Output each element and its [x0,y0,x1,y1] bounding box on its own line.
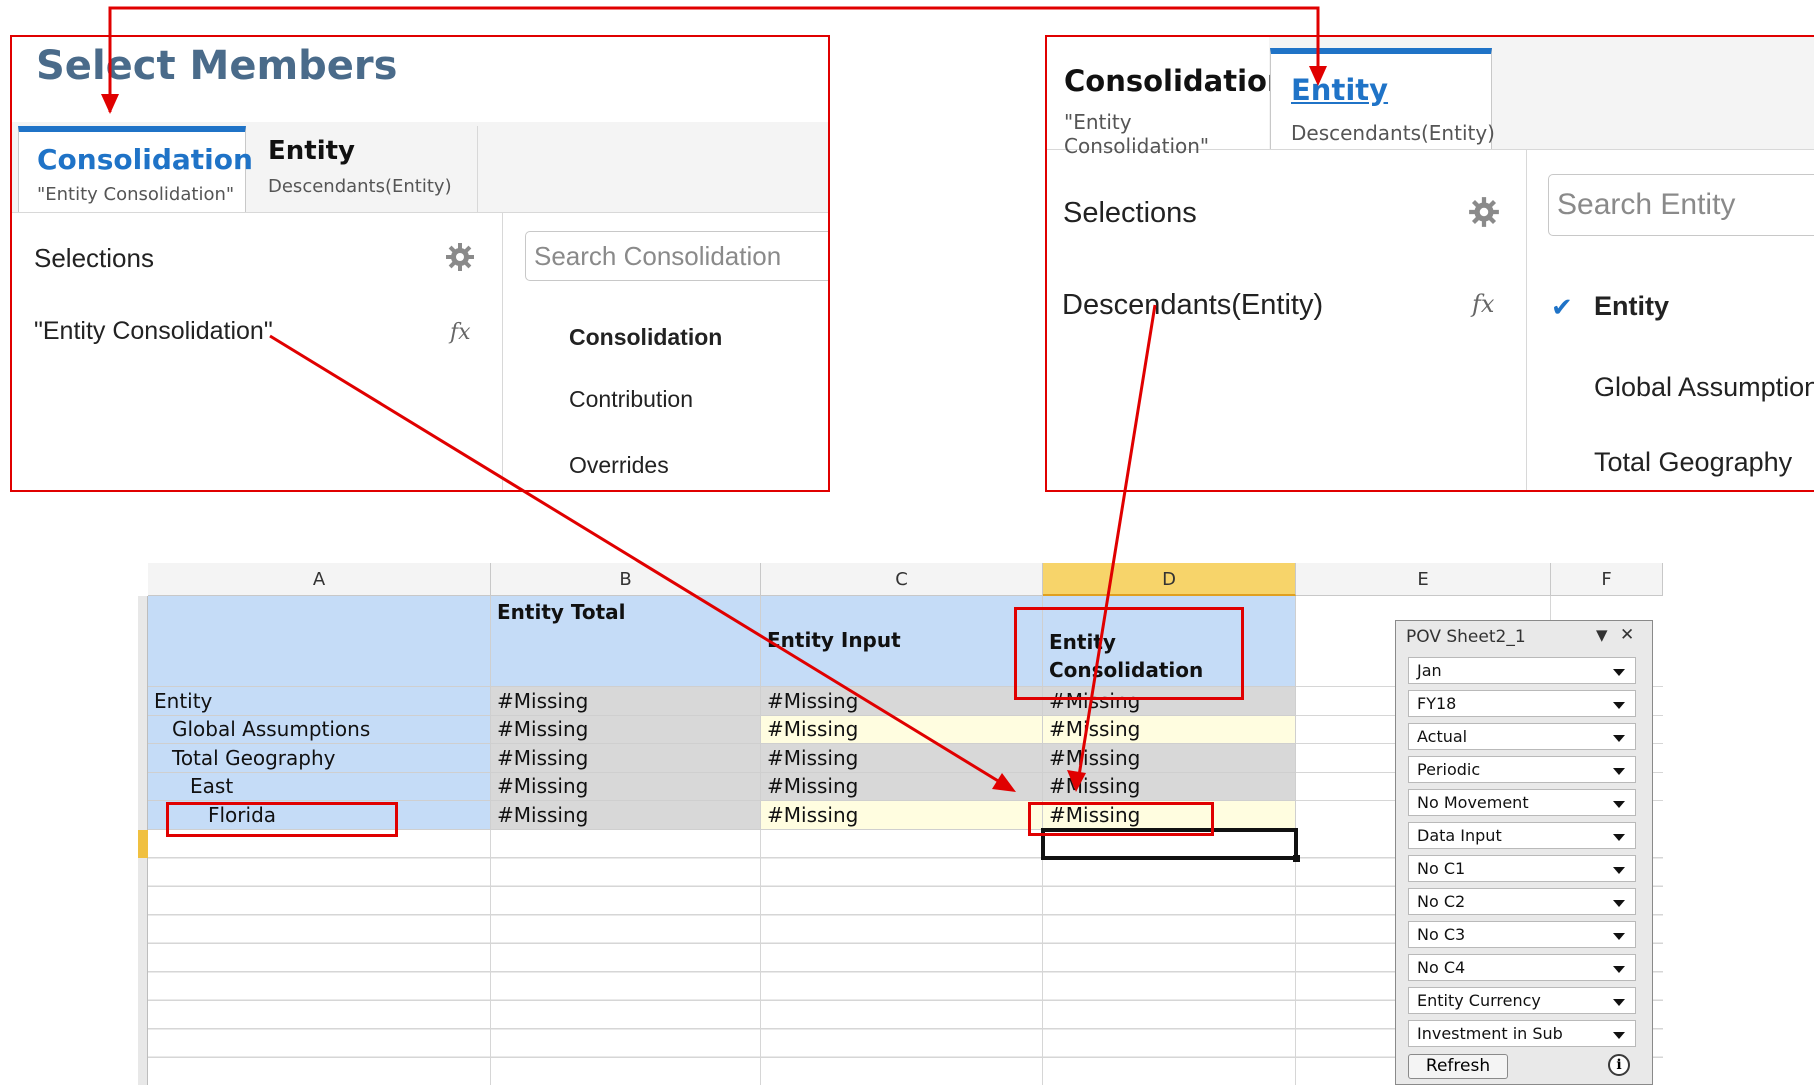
bracket-connector [108,6,1320,112]
arrow-line [1076,304,1157,783]
arrow-head [1067,770,1086,792]
arrow-head [992,773,1016,792]
arrow-head [101,94,119,114]
annotation-arrows [101,6,1327,792]
arrow-head [1309,66,1327,86]
arrow-line [269,334,1009,789]
